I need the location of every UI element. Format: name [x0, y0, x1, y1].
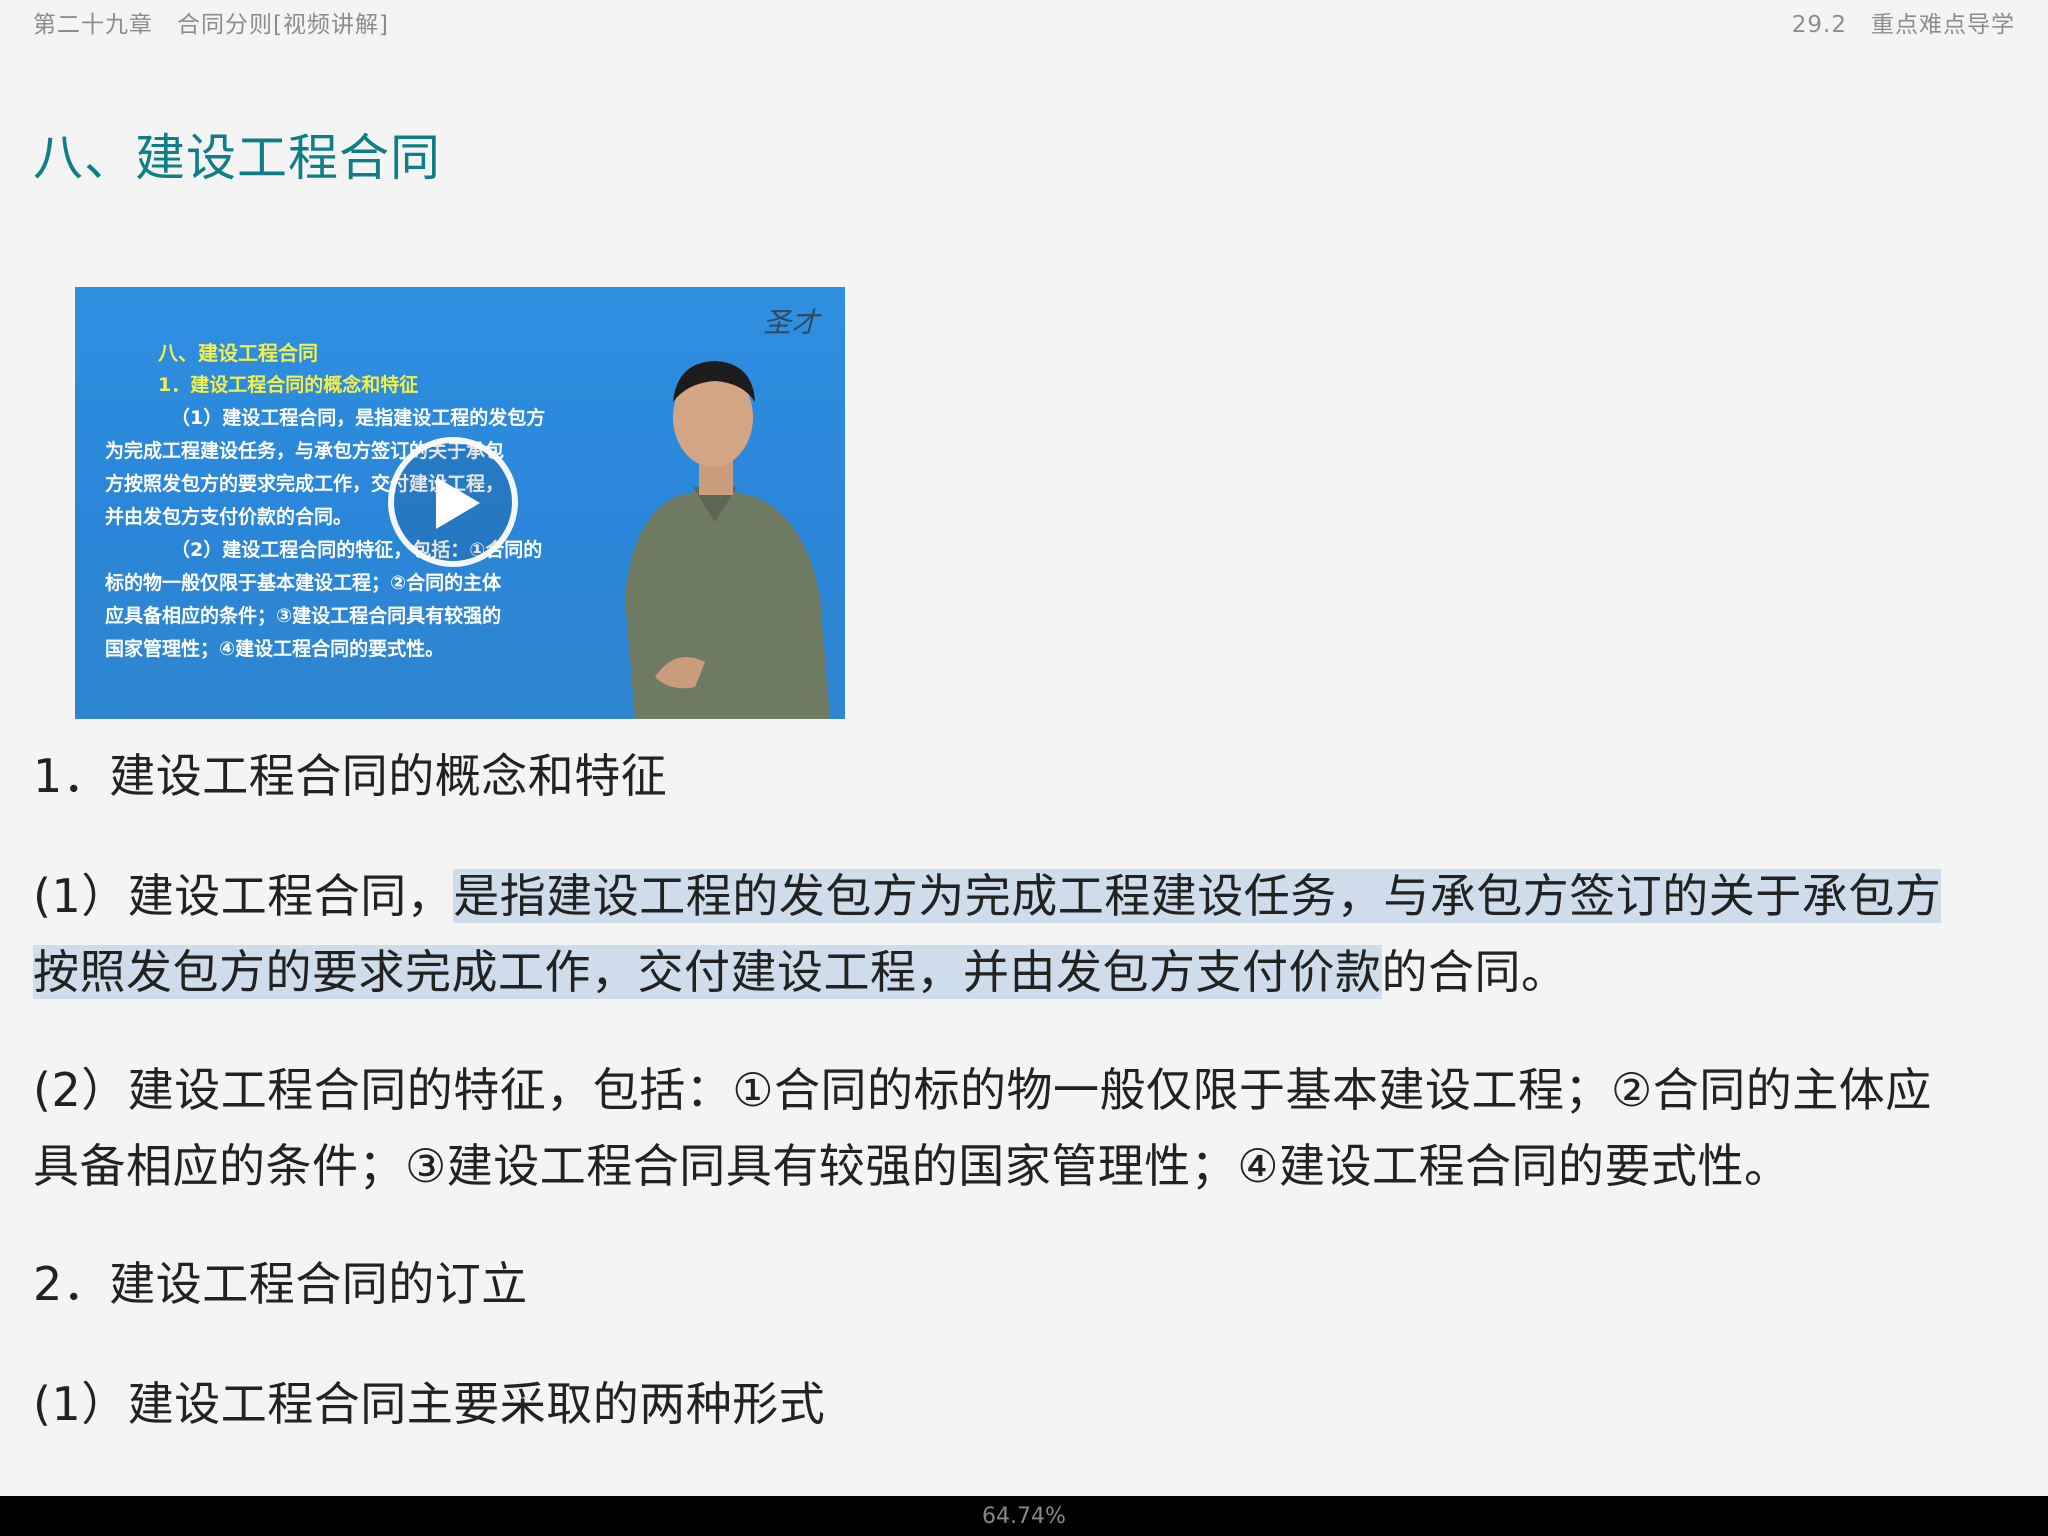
section-heading: 八、建设工程合同 [33, 129, 441, 187]
paragraph-forms: (1）建设工程合同主要采取的两种形式 [33, 1377, 826, 1431]
reading-progress-bar: 64.74% [0, 1496, 2048, 1536]
video-slide-line: 应具备相应的条件；③建设工程合同具有较强的 [105, 605, 502, 627]
paragraph-definition-line-1[interactable]: (1）建设工程合同，是指建设工程的发包方为完成工程建设任务，与承包方签订的关于承… [33, 860, 1942, 926]
video-slide-subtitle: 1．建设工程合同的概念和特征 [158, 374, 419, 396]
video-slide-line: 标的物一般仅限于基本建设工程；②合同的主体 [105, 572, 502, 594]
paragraph-text: (1）建设工程合同， [33, 869, 454, 923]
video-slide-title: 八、建设工程合同 [158, 341, 318, 365]
presenter-image [625, 361, 830, 719]
video-slide-line: 并由发包方支付价款的合同。 [105, 506, 353, 528]
chapter-title: 第二十九章 合同分则[视频讲解] [33, 12, 389, 38]
paragraph-definition-line-2[interactable]: 按照发包方的要求完成工作，交付建设工程，并由发包方支付价款的合同。 [33, 936, 1568, 1002]
highlighted-text[interactable]: 是指建设工程的发包方为完成工程建设任务，与承包方签订的关于承包方 [453, 869, 1942, 923]
video-slide-line: 国家管理性；④建设工程合同的要式性。 [105, 638, 445, 660]
play-button[interactable] [388, 437, 518, 567]
play-icon [436, 477, 480, 529]
paragraph-features-line-2: 具备相应的条件；③建设工程合同具有较强的国家管理性；④建设工程合同的要式性。 [33, 1139, 1791, 1193]
heading-concept: 1．建设工程合同的概念和特征 [33, 749, 668, 803]
paragraph-text: 的合同。 [1381, 945, 1568, 999]
video-slide-line: （1）建设工程合同，是指建设工程的发包方 [171, 407, 546, 429]
section-title-header: 29.2 重点难点导学 [1791, 12, 2015, 38]
video-logo: 圣才 [762, 306, 819, 339]
highlighted-text[interactable]: 按照发包方的要求完成工作，交付建设工程，并由发包方支付价款 [33, 945, 1382, 999]
video-player[interactable]: 圣才 八、建设工程合同 1．建设工程合同的概念和特征 （1）建设工程合同，是指建… [75, 287, 845, 719]
reading-progress-percent: 64.74% [982, 1504, 1066, 1529]
paragraph-features-line-1: (2）建设工程合同的特征，包括：①合同的标的物一般仅限于基本建设工程；②合同的主… [33, 1063, 1932, 1117]
heading-conclusion: 2．建设工程合同的订立 [33, 1257, 528, 1311]
